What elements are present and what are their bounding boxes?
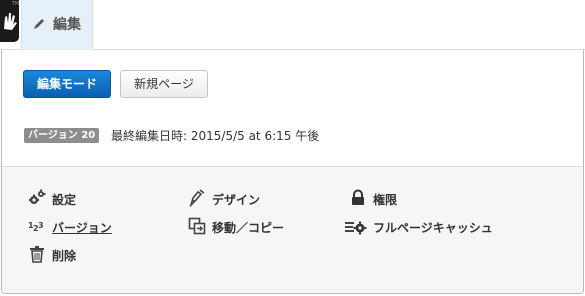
edit-mode-button[interactable]: 編集モード <box>23 70 111 98</box>
edit-tab-label: 編集 <box>53 17 81 33</box>
menu-item-settings-label: 設定 <box>52 193 77 207</box>
logo-hand-icon <box>4 13 17 30</box>
numbers-icon: 1 2 3 <box>28 221 44 233</box>
lock-icon <box>352 189 364 205</box>
top-toolbar: TM 編集 <box>0 0 585 50</box>
concrete5-logo[interactable]: TM <box>0 0 19 42</box>
new-page-button[interactable]: 新規ページ <box>120 70 208 98</box>
trash-icon <box>30 246 44 263</box>
cache-gear-icon <box>345 221 367 235</box>
menu-item-full-page-cache-label: フルページキャッシュ <box>373 221 493 235</box>
menu-item-versions-label: バージョン <box>52 221 112 235</box>
version-badge: バージョン 20 <box>24 128 100 143</box>
logo-trademark: TM <box>12 1 20 7</box>
last-edit-info: 最終編集日時: 2015/5/5 at 6:15 午後 <box>111 129 320 143</box>
menu-item-delete-label: 削除 <box>52 249 77 263</box>
page-menu: 設定 デザイン 権限 1 2 3 バージョン 移動／コピー フルページキャッシュ… <box>2 166 583 292</box>
edit-panel: 編集モード 新規ページ バージョン 20 最終編集日時: 2015/5/5 at… <box>1 50 584 294</box>
menu-item-move-copy-label: 移動／コピー <box>212 221 285 235</box>
gears-icon <box>29 189 46 204</box>
edit-tab[interactable]: 編集 <box>21 0 93 50</box>
menu-item-permissions-label: 権限 <box>373 193 398 207</box>
pen-nib-icon <box>189 189 205 207</box>
svg-text:3: 3 <box>38 221 44 230</box>
menu-item-design-label: デザイン <box>212 193 261 207</box>
pencil-icon <box>34 19 44 29</box>
move-copy-icon <box>188 217 206 235</box>
